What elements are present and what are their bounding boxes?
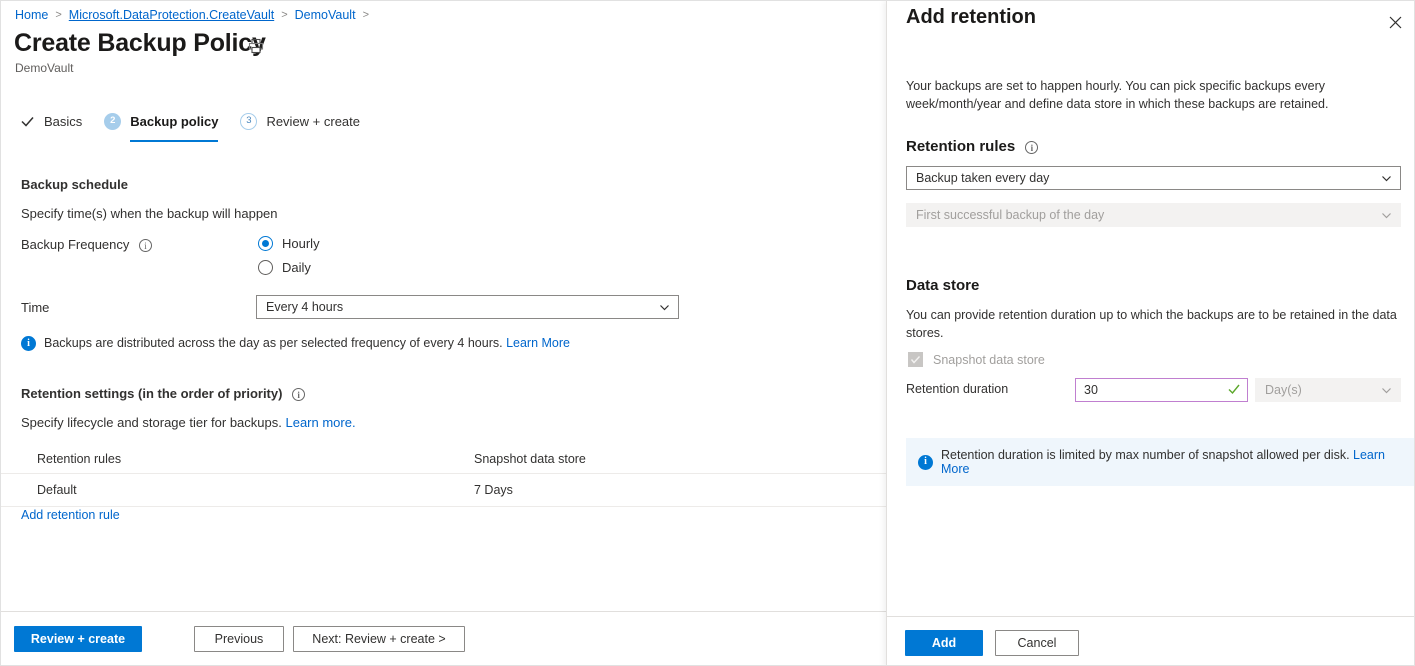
backup-frequency-label: Backup Frequency i [21, 237, 152, 252]
step-badge-3: 3 [240, 113, 257, 130]
retention-duration-banner: i Retention duration is limited by max n… [906, 438, 1415, 486]
add-retention-panel: Add retention Your backups are set to ha… [886, 1, 1415, 666]
check-icon [19, 113, 35, 129]
review-create-button[interactable]: Review + create [14, 626, 142, 652]
azure-portal-screen: Home > Microsoft.DataProtection.CreateVa… [0, 0, 1415, 666]
retention-settings-heading: Retention settings (in the order of prio… [21, 386, 305, 401]
panel-title: Add retention [906, 6, 1036, 29]
tab-backup-policy-label: Backup policy [130, 114, 218, 129]
data-store-heading: Data store [906, 277, 979, 294]
schedule-instruction: Specify time(s) when the backup will hap… [21, 206, 278, 221]
check-icon [908, 352, 923, 367]
chevron-down-icon [1381, 173, 1392, 184]
retention-duration-value: 30 [1084, 383, 1227, 397]
tab-backup-policy[interactable]: 2 Backup policy [104, 107, 218, 137]
page-title: Create Backup Policy [14, 29, 266, 58]
retention-learn-more-link[interactable]: Learn more. [285, 415, 355, 430]
tab-review-create[interactable]: 3 Review + create [240, 107, 360, 137]
breadcrumb-separator: > [363, 9, 369, 21]
cell-snapshot-data-store: 7 Days [474, 483, 886, 497]
add-retention-rule-link[interactable]: Add retention rule [21, 508, 120, 522]
snapshot-data-store-label: Snapshot data store [933, 353, 1045, 367]
radio-daily[interactable]: Daily [258, 255, 320, 279]
chevron-down-icon [1381, 210, 1392, 221]
radio-daily-label: Daily [282, 260, 311, 275]
info-icon[interactable]: i [292, 388, 305, 401]
column-header-snapshot-data-store: Snapshot data store [474, 452, 886, 466]
step-badge-2: 2 [104, 113, 121, 130]
chevron-down-icon [659, 302, 670, 313]
radio-hourly[interactable]: Hourly [258, 231, 320, 255]
create-backup-policy-blade: Home > Microsoft.DataProtection.CreateVa… [1, 1, 886, 666]
radio-daily-indicator [258, 260, 273, 275]
retention-description-text: Specify lifecycle and storage tier for b… [21, 415, 282, 430]
retention-rule-select-value: Backup taken every day [916, 171, 1381, 185]
retention-duration-unit-select: Day(s) [1255, 378, 1401, 402]
breadcrumb: Home > Microsoft.DataProtection.CreateVa… [15, 6, 376, 24]
tab-basics[interactable]: Basics [19, 107, 82, 137]
radio-hourly-indicator [258, 236, 273, 251]
blade-footer: Review + create Previous Next: Review + … [1, 611, 886, 666]
close-icon[interactable] [1382, 9, 1408, 35]
retention-rule-select[interactable]: Backup taken every day [906, 166, 1401, 190]
retention-duration-label: Retention duration [906, 382, 1008, 396]
data-store-description: You can provide retention duration up to… [906, 306, 1401, 342]
panel-description: Your backups are set to happen hourly. Y… [906, 77, 1401, 113]
radio-hourly-label: Hourly [282, 236, 320, 251]
table-row[interactable]: Default 7 Days [1, 474, 886, 507]
check-icon [1227, 382, 1241, 399]
tab-basics-label: Basics [44, 114, 82, 129]
print-icon[interactable] [247, 37, 265, 55]
add-button[interactable]: Add [905, 630, 983, 656]
info-icon[interactable]: i [1025, 141, 1038, 154]
column-header-retention-rules: Retention rules [37, 452, 474, 466]
time-label: Time [21, 300, 49, 315]
schedule-learn-more-link[interactable]: Learn More [506, 336, 570, 350]
breadcrumb-item-createvault[interactable]: Microsoft.DataProtection.CreateVault [69, 8, 274, 22]
previous-button[interactable]: Previous [194, 626, 284, 652]
retention-duration-input[interactable]: 30 [1075, 378, 1248, 402]
wizard-steps: Basics 2 Backup policy 3 Review + create [19, 108, 382, 136]
chevron-down-icon [1381, 385, 1392, 396]
backup-frequency-label-text: Backup Frequency [21, 237, 129, 252]
retention-settings-heading-text: Retention settings (in the order of prio… [21, 386, 282, 401]
cell-retention-rule: Default [37, 483, 474, 497]
retention-duration-unit-value: Day(s) [1265, 383, 1381, 397]
breadcrumb-separator: > [281, 9, 287, 21]
snapshot-data-store-checkbox-row: Snapshot data store [908, 352, 1045, 367]
page-subtitle: DemoVault [15, 61, 73, 75]
panel-footer: Add Cancel [887, 616, 1415, 666]
breadcrumb-item-home[interactable]: Home [15, 8, 48, 22]
breadcrumb-item-demovault[interactable]: DemoVault [295, 8, 356, 22]
retention-rules-table: Retention rules Snapshot data store Defa… [1, 444, 886, 507]
retention-description: Specify lifecycle and storage tier for b… [21, 415, 356, 430]
time-select-value: Every 4 hours [266, 300, 659, 314]
backup-schedule-heading: Backup schedule [21, 177, 128, 192]
schedule-info-note: i Backups are distributed across the day… [21, 336, 721, 351]
cancel-button[interactable]: Cancel [995, 630, 1079, 656]
retention-rules-heading: Retention rules i [906, 138, 1038, 155]
time-select[interactable]: Every 4 hours [256, 295, 679, 319]
schedule-info-note-text: Backups are distributed across the day a… [44, 336, 570, 350]
breadcrumb-separator: > [55, 9, 61, 21]
info-filled-icon: i [21, 336, 36, 351]
next-review-create-button[interactable]: Next: Review + create > [293, 626, 465, 652]
backup-selection-select: First successful backup of the day [906, 203, 1401, 227]
retention-rules-heading-text: Retention rules [906, 138, 1015, 155]
retention-duration-banner-text: Retention duration is limited by max num… [941, 448, 1405, 476]
backup-frequency-radio-group: Hourly Daily [258, 231, 320, 279]
info-icon[interactable]: i [139, 239, 152, 252]
table-header-row: Retention rules Snapshot data store [1, 444, 886, 474]
tab-review-create-label: Review + create [266, 114, 360, 129]
backup-selection-select-value: First successful backup of the day [916, 208, 1381, 222]
info-filled-icon: i [918, 455, 933, 470]
